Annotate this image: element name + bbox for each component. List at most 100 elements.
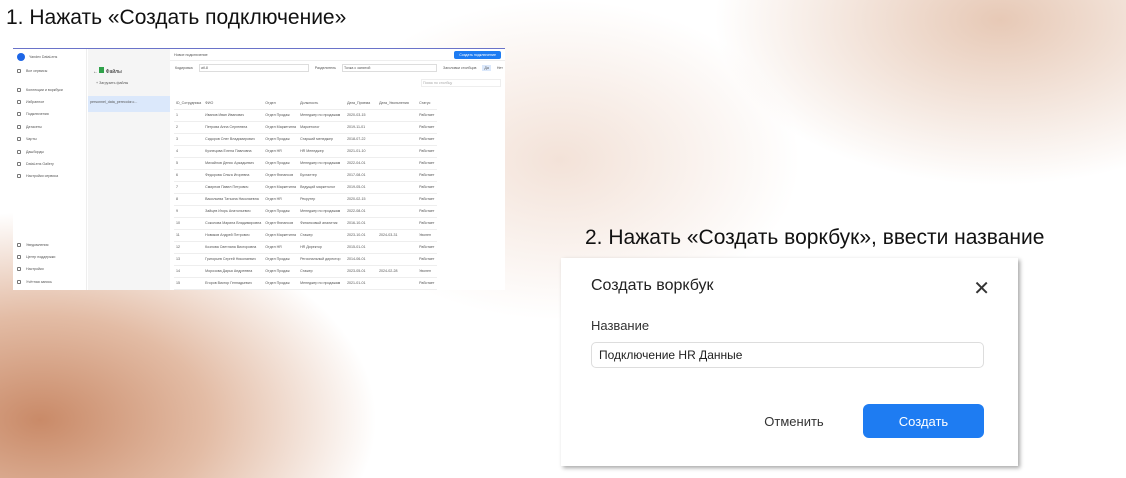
header-label: Заголовки столбцов <box>443 66 477 70</box>
nav-icon <box>17 242 21 247</box>
sidebar-item[interactable]: Настройки сервиса <box>13 170 86 182</box>
sidebar-item[interactable]: Дашборды <box>13 145 86 157</box>
table-cell: Отдел Продаж <box>263 277 299 290</box>
create-connection-button[interactable]: Создать подключение <box>454 50 501 59</box>
table-cell: Работает <box>417 169 438 182</box>
table-cell: 7 <box>174 181 204 194</box>
sidebar-item[interactable]: Настройки <box>13 263 86 275</box>
table-cell: Соколова Марина Владимировна <box>203 217 264 230</box>
files-title: ← Файлы <box>93 67 122 75</box>
table-cell: 2019-11-01 <box>345 121 378 134</box>
column-header[interactable]: Дата_Увольнения <box>377 97 418 110</box>
table-row: 15 Егоров Виктор Геннадьевич Отдел Продаж М… <box>174 277 438 290</box>
upload-files-button[interactable]: + Загрузить файлы <box>88 79 170 87</box>
datalens-logo-icon <box>17 53 25 61</box>
datalens-screenshot: Yandex DataLens Все сервисы Коллекции и … <box>13 48 505 290</box>
sidebar-item[interactable]: DataLens Gallery <box>13 158 86 170</box>
grid-icon <box>17 69 21 74</box>
table-cell: Отдел Продаж <box>263 253 299 266</box>
header-yes[interactable]: Да <box>482 65 491 71</box>
table-cell: Работает <box>417 205 438 218</box>
sidebar-item[interactable]: Центр поддержки <box>13 251 86 263</box>
table-row: 6 Федорова Ольга Игоревна Отдел Финансов Бу… <box>174 169 438 182</box>
table-cell: Уволен <box>417 265 438 278</box>
table-cell: Уволен <box>417 229 438 242</box>
column-search-input[interactable]: Поиск по столбцу <box>421 79 501 87</box>
table-cell: Отдел Продаж <box>263 133 299 146</box>
table-cell <box>377 157 418 170</box>
create-workbook-dialog: Создать воркбук ✕ Название Отменить Созд… <box>561 258 1018 466</box>
table-cell: 2016-10-01 <box>345 217 378 230</box>
dialog-title: Создать воркбук <box>591 277 714 294</box>
table-row: 1 Иванов Иван Иванович Отдел Продаж Менедже… <box>174 109 438 122</box>
table-cell <box>377 277 418 290</box>
all-services[interactable]: Все сервисы <box>13 65 86 77</box>
cancel-button[interactable]: Отменить <box>749 404 839 438</box>
delimiter-select[interactable]: Точка с запятой <box>342 64 438 72</box>
table-cell: Менеджер по продажам <box>298 205 346 218</box>
nav-icon <box>17 137 21 142</box>
sidebar-item[interactable]: Учётная запись <box>13 276 86 288</box>
table-cell <box>377 241 418 254</box>
nav-icon <box>17 87 21 92</box>
table-cell: 2015-01-01 <box>345 241 378 254</box>
table-cell: 2020-02-15 <box>345 193 378 206</box>
table-cell: Отдел HR <box>263 241 299 254</box>
sidebar-item[interactable]: Датасеты <box>13 121 86 133</box>
sidebar-item[interactable]: Подключения <box>13 108 86 120</box>
table-cell: Работает <box>417 253 438 266</box>
table-cell: Ведущий маркетолог <box>298 181 346 194</box>
table-cell: Федорова Ольга Игоревна <box>203 169 264 182</box>
column-header[interactable]: Должность <box>298 97 346 110</box>
file-item[interactable]: personnel_data_perecolor.c... <box>88 96 170 112</box>
column-header[interactable]: Статус <box>417 97 438 110</box>
table-cell: Старший менеджер <box>298 133 346 146</box>
table-cell <box>377 169 418 182</box>
table-cell: 2021-01-01 <box>345 277 378 290</box>
table-cell: Рекрутер <box>298 193 346 206</box>
table-row: 4 Кузнецова Елена Павловна Отдел HR HR Мене… <box>174 145 438 158</box>
table-cell: 10 <box>174 217 204 230</box>
table-cell: 2017-08-01 <box>345 169 378 182</box>
sidebar: Yandex DataLens Все сервисы Коллекции и … <box>13 49 87 290</box>
sidebar-item[interactable]: Избранное <box>13 96 86 108</box>
table-cell: 13 <box>174 253 204 266</box>
breadcrumb: Новое подключение <box>174 52 208 57</box>
table-cell: 2018-07-22 <box>345 133 378 146</box>
table-row: 12 Козлова Светлана Викторовна Отдел HR HR … <box>174 241 438 254</box>
table-row: 10 Соколова Марина Владимировна Отдел Фина… <box>174 217 438 230</box>
table-cell: Работает <box>417 181 438 194</box>
column-header[interactable]: ID_Сотрудника <box>174 97 204 110</box>
workbook-name-input[interactable] <box>591 342 984 368</box>
table-cell: Стажер <box>298 229 346 242</box>
table-cell: Работает <box>417 193 438 206</box>
table-row: 11 Новиков Андрей Петрович Отдел Маркетинг… <box>174 229 438 242</box>
table-cell: Отдел Маркетинга <box>263 229 299 242</box>
name-label: Название <box>591 318 650 333</box>
table-cell: 2021-01-10 <box>345 145 378 158</box>
sidebar-item[interactable]: Уведомления <box>13 238 86 250</box>
table-cell: Новиков Андрей Петрович <box>203 229 264 242</box>
table-cell: 11 <box>174 229 204 242</box>
sidebar-item[interactable]: Чарты <box>13 133 86 145</box>
files-panel: ← Файлы + Загрузить файлы personnel_data… <box>88 49 170 290</box>
delimiter-label: Разделитель <box>314 66 337 70</box>
column-header[interactable]: Дата_Приема <box>345 97 378 110</box>
logo-text: Yandex DataLens <box>29 55 58 59</box>
table-cell: 2023-05-01 <box>345 265 378 278</box>
table-cell: Менеджер по продажам <box>298 157 346 170</box>
nav-icon <box>17 267 21 272</box>
table-cell: 14 <box>174 265 204 278</box>
nav-icon <box>17 174 21 179</box>
column-header[interactable]: ФИО <box>203 97 264 110</box>
table-cell: Отдел Продаж <box>263 265 299 278</box>
header-no[interactable]: Нет <box>497 66 503 70</box>
encoding-select[interactable]: utf-8 <box>198 64 309 72</box>
column-header[interactable]: Отдел <box>263 97 299 110</box>
create-button[interactable]: Создать <box>863 404 984 438</box>
sidebar-item[interactable]: Коллекции и воркбуки <box>13 83 86 95</box>
close-icon[interactable]: ✕ <box>973 276 990 301</box>
table-cell: Работает <box>417 277 438 290</box>
table-cell: Менеджер по продажам <box>298 109 346 122</box>
table-cell: Отдел HR <box>263 145 299 158</box>
